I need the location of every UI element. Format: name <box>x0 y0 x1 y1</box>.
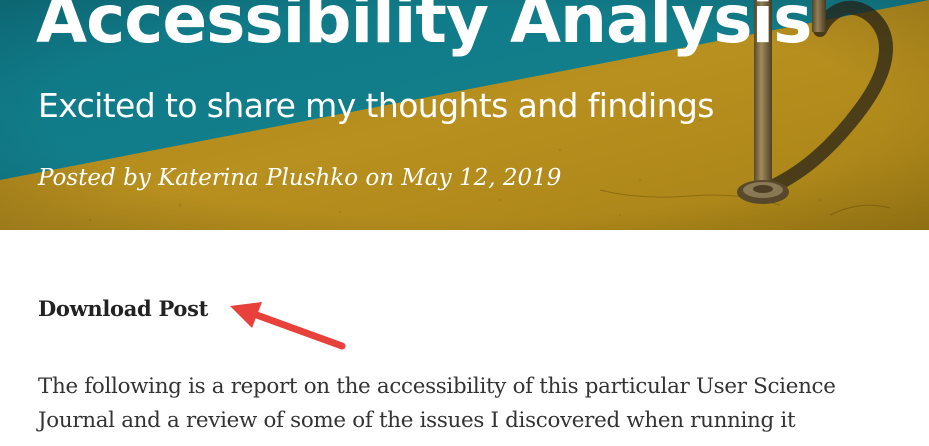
red-arrow-icon <box>230 302 346 350</box>
page-subtitle: Excited to share my thoughts and finding… <box>38 86 714 125</box>
post-intro-paragraph: The following is a report on the accessi… <box>38 370 918 438</box>
download-post-link[interactable]: Download Post <box>38 296 208 321</box>
post-meta: Posted by Katerina Plushko on May 12, 20… <box>38 165 562 191</box>
page-title: Accessibility Analysis <box>36 0 812 58</box>
page: Accessibility Analysis Excited to share … <box>0 0 929 446</box>
hero-banner: Accessibility Analysis Excited to share … <box>0 0 929 230</box>
post-intro-line: The following is a report on the accessi… <box>38 374 836 399</box>
post-intro-line: Journal and a review of some of the issu… <box>38 408 796 433</box>
